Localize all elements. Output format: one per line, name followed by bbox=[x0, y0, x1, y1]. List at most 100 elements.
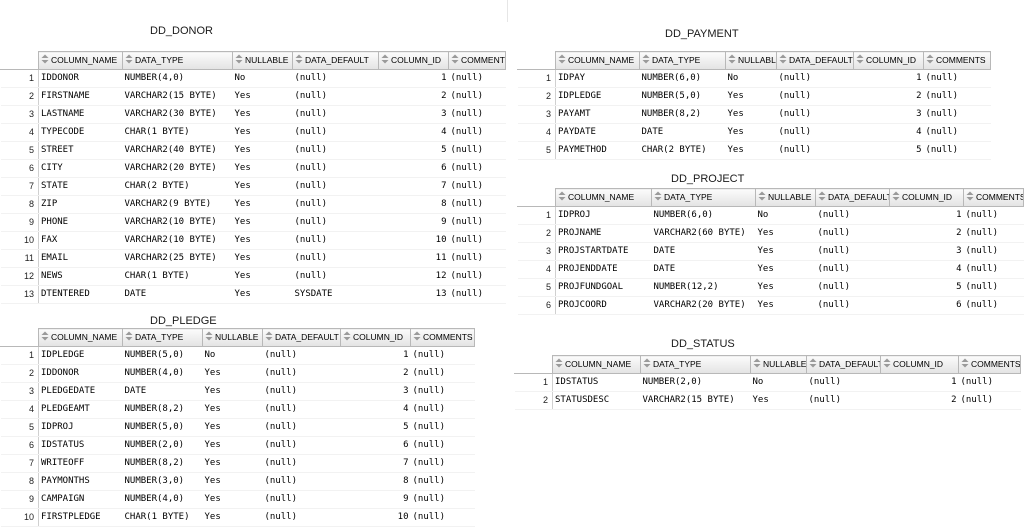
sort-icon[interactable] bbox=[41, 331, 49, 341]
column-name-cell[interactable]: EMAIL bbox=[38, 249, 123, 268]
nullable-cell[interactable]: Yes bbox=[750, 391, 807, 410]
nullable-cell[interactable]: Yes bbox=[725, 141, 777, 160]
column-name-cell[interactable]: FAX bbox=[38, 231, 123, 250]
table-row[interactable]: 11 EMAIL VARCHAR2(25 BYTE) Yes (null) 11 (null… bbox=[0, 249, 506, 268]
comments-cell[interactable]: (null) bbox=[448, 141, 506, 160]
row-number[interactable]: 10 bbox=[0, 508, 39, 527]
column-id-cell[interactable]: 1 bbox=[880, 373, 959, 392]
comments-cell[interactable]: (null) bbox=[963, 242, 1024, 261]
table-row[interactable]: 2 IDPLEDGE NUMBER(5,0) Yes (null) 2 (null) bbox=[517, 87, 991, 106]
column-id-cell[interactable]: 2 bbox=[889, 224, 964, 243]
table-row[interactable]: 6 CITY VARCHAR2(20 BYTE) Yes (null) 6 (null) bbox=[0, 159, 506, 178]
comments-cell[interactable]: (null) bbox=[963, 224, 1024, 243]
data-type-cell[interactable]: VARCHAR2(20 BYTE) bbox=[651, 296, 756, 315]
column-id-cell[interactable]: 2 bbox=[853, 87, 924, 106]
row-number[interactable]: 4 bbox=[0, 400, 39, 419]
table-row[interactable]: 6 IDSTATUS NUMBER(2,0) Yes (null) 6 (null) bbox=[0, 436, 475, 455]
column-id-cell[interactable]: 3 bbox=[340, 382, 411, 401]
data-default-cell[interactable]: (null) bbox=[815, 296, 890, 315]
table-row[interactable]: 5 STREET VARCHAR2(40 BYTE) Yes (null) 5 (null) bbox=[0, 141, 506, 160]
table-row[interactable]: 4 PROJENDDATE DATE Yes (null) 4 (null) bbox=[517, 260, 1024, 279]
nullable-cell[interactable]: No bbox=[755, 206, 816, 225]
table-row[interactable]: 10 FIRSTPLEDGE CHAR(1 BYTE) Yes (null) 10 (nul… bbox=[0, 508, 475, 527]
nullable-cell[interactable]: Yes bbox=[755, 224, 816, 243]
table-row[interactable]: 10 FAX VARCHAR2(10 BYTE) Yes (null) 10 (null) bbox=[0, 231, 506, 250]
table-row[interactable]: 2 IDDONOR NUMBER(4,0) Yes (null) 2 (null) bbox=[0, 364, 475, 383]
column-header-column-id[interactable]: COLUMN_ID bbox=[853, 51, 924, 70]
table-row[interactable]: 2 STATUSDESC VARCHAR2(15 BYTE) Yes (null) 2 (n… bbox=[514, 391, 1021, 410]
column-id-cell[interactable]: 10 bbox=[378, 231, 449, 250]
data-type-cell[interactable]: CHAR(2 BYTE) bbox=[639, 141, 726, 160]
column-name-cell[interactable]: PAYDATE bbox=[555, 123, 640, 142]
row-number[interactable]: 5 bbox=[517, 141, 556, 160]
comments-cell[interactable]: (null) bbox=[448, 249, 506, 268]
data-type-cell[interactable]: VARCHAR2(40 BYTE) bbox=[122, 141, 233, 160]
row-number[interactable]: 2 bbox=[517, 87, 556, 106]
column-id-cell[interactable]: 6 bbox=[340, 436, 411, 455]
data-type-cell[interactable]: NUMBER(3,0) bbox=[122, 472, 203, 491]
column-header-comments[interactable]: COMMENTS bbox=[923, 51, 991, 70]
nullable-cell[interactable]: Yes bbox=[232, 87, 293, 106]
column-name-cell[interactable]: IDPLEDGE bbox=[38, 346, 123, 365]
column-id-cell[interactable]: 9 bbox=[340, 490, 411, 509]
sort-icon[interactable] bbox=[235, 54, 243, 64]
column-id-cell[interactable]: 1 bbox=[853, 69, 924, 88]
sort-icon[interactable] bbox=[856, 54, 864, 64]
nullable-cell[interactable]: Yes bbox=[232, 123, 293, 142]
data-type-cell[interactable]: NUMBER(12,2) bbox=[651, 278, 756, 297]
column-name-cell[interactable]: PROJSTARTDATE bbox=[555, 242, 652, 261]
column-name-cell[interactable]: NEWS bbox=[38, 267, 123, 286]
table-row[interactable]: 6 PROJCOORD VARCHAR2(20 BYTE) Yes (null) 6 (nu… bbox=[517, 296, 1024, 315]
data-default-cell[interactable]: (null) bbox=[292, 177, 379, 196]
data-type-cell[interactable]: VARCHAR2(15 BYTE) bbox=[640, 391, 751, 410]
column-name-cell[interactable]: PAYMETHOD bbox=[555, 141, 640, 160]
column-id-cell[interactable]: 10 bbox=[340, 508, 411, 527]
nullable-cell[interactable]: Yes bbox=[232, 249, 293, 268]
data-type-cell[interactable]: NUMBER(5,0) bbox=[122, 418, 203, 437]
table-row[interactable]: 4 PLEDGEAMT NUMBER(8,2) Yes (null) 4 (null) bbox=[0, 400, 475, 419]
row-number[interactable]: 9 bbox=[0, 490, 39, 509]
nullable-cell[interactable]: Yes bbox=[202, 364, 263, 383]
column-header-column-name[interactable]: COLUMN_NAME bbox=[38, 51, 123, 70]
data-type-cell[interactable]: NUMBER(2,0) bbox=[640, 373, 751, 392]
data-type-cell[interactable]: DATE bbox=[651, 242, 756, 261]
data-type-cell[interactable]: CHAR(1 BYTE) bbox=[122, 508, 203, 527]
column-id-cell[interactable]: 1 bbox=[340, 346, 411, 365]
data-default-cell[interactable]: (null) bbox=[292, 123, 379, 142]
data-default-cell[interactable]: (null) bbox=[815, 224, 890, 243]
column-id-cell[interactable]: 4 bbox=[889, 260, 964, 279]
data-default-cell[interactable]: (null) bbox=[292, 213, 379, 232]
comments-cell[interactable]: (null) bbox=[410, 490, 475, 509]
nullable-cell[interactable]: Yes bbox=[755, 296, 816, 315]
data-type-cell[interactable]: NUMBER(8,2) bbox=[639, 105, 726, 124]
column-header-comments[interactable]: COMMENTS bbox=[410, 328, 475, 347]
data-type-cell[interactable]: CHAR(1 BYTE) bbox=[122, 123, 233, 142]
column-id-cell[interactable]: 3 bbox=[378, 105, 449, 124]
data-type-cell[interactable]: VARCHAR2(10 BYTE) bbox=[122, 231, 233, 250]
nullable-cell[interactable]: No bbox=[232, 69, 293, 88]
row-number[interactable]: 9 bbox=[0, 213, 39, 232]
sort-icon[interactable] bbox=[343, 331, 351, 341]
column-header-column-id[interactable]: COLUMN_ID bbox=[889, 188, 964, 207]
column-header-data-type[interactable]: DATA_TYPE bbox=[122, 51, 233, 70]
column-id-cell[interactable]: 12 bbox=[378, 267, 449, 286]
data-default-cell[interactable]: (null) bbox=[292, 105, 379, 124]
row-number[interactable]: 6 bbox=[0, 436, 39, 455]
column-header-comments[interactable]: COMMENTS bbox=[448, 51, 506, 70]
comments-cell[interactable]: (null) bbox=[923, 123, 991, 142]
column-name-cell[interactable]: PAYMONTHS bbox=[38, 472, 123, 491]
comments-cell[interactable]: (null) bbox=[410, 346, 475, 365]
table-row[interactable]: 2 PROJNAME VARCHAR2(60 BYTE) Yes (null) 2 (nul… bbox=[517, 224, 1024, 243]
column-id-cell[interactable]: 2 bbox=[880, 391, 959, 410]
column-header-nullable[interactable]: NULLABLE bbox=[750, 355, 807, 374]
table-row[interactable]: 3 PROJSTARTDATE DATE Yes (null) 3 (null) bbox=[517, 242, 1024, 261]
column-id-cell[interactable]: 8 bbox=[340, 472, 411, 491]
data-type-cell[interactable]: DATE bbox=[639, 123, 726, 142]
comments-cell[interactable]: (null) bbox=[958, 391, 1021, 410]
table-row[interactable]: 4 TYPECODE CHAR(1 BYTE) Yes (null) 4 (null) bbox=[0, 123, 506, 142]
data-type-cell[interactable]: VARCHAR2(15 BYTE) bbox=[122, 87, 233, 106]
column-id-cell[interactable]: 5 bbox=[889, 278, 964, 297]
sort-icon[interactable] bbox=[961, 358, 969, 368]
column-id-cell[interactable]: 11 bbox=[378, 249, 449, 268]
column-header-nullable[interactable]: NULLABLE bbox=[202, 328, 263, 347]
